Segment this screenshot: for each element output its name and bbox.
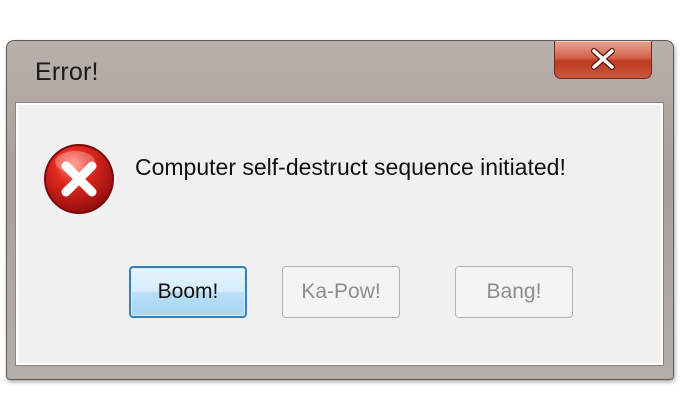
- close-button[interactable]: [554, 41, 652, 79]
- title-bar[interactable]: Error!: [7, 41, 673, 103]
- error-dialog-window: Error! Computer self-destruct sequence i…: [6, 40, 674, 380]
- ka-pow-button[interactable]: Ka-Pow!: [282, 266, 400, 318]
- close-icon: [591, 48, 615, 70]
- screen: Error! Computer self-destruct sequence i…: [0, 0, 680, 419]
- dialog-content: Computer self-destruct sequence initiate…: [15, 102, 664, 366]
- bang-button[interactable]: Bang!: [455, 266, 573, 318]
- error-message: Computer self-destruct sequence initiate…: [135, 154, 566, 180]
- window-title: Error!: [35, 58, 99, 86]
- boom-button[interactable]: Boom!: [129, 266, 247, 318]
- error-icon: [44, 144, 114, 214]
